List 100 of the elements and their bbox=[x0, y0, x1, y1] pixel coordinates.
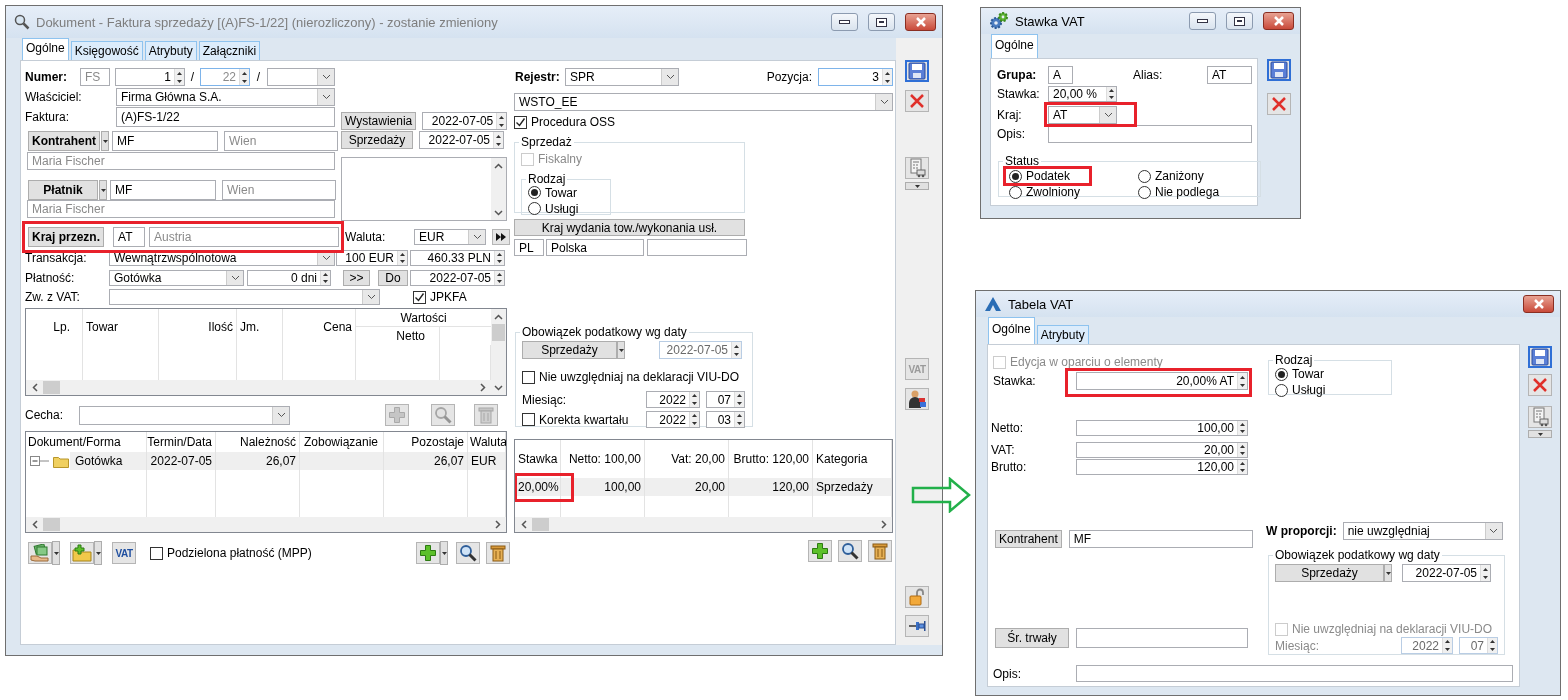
tab[interactable]: Ogólne bbox=[988, 317, 1035, 344]
close-button[interactable] bbox=[1267, 93, 1291, 115]
contractor-button[interactable]: Kontrahent bbox=[995, 530, 1062, 548]
spin-field[interactable]: 1 bbox=[115, 68, 185, 86]
close-button[interactable] bbox=[905, 13, 936, 31]
date-type-button[interactable]: Sprzedaży bbox=[522, 341, 617, 359]
delete-button[interactable] bbox=[486, 542, 510, 564]
input-field[interactable]: AT bbox=[113, 227, 145, 247]
radio-button[interactable]: Nie podlega bbox=[1138, 185, 1220, 199]
spin-field[interactable]: 22 bbox=[200, 68, 250, 86]
radio-button[interactable]: Usługi bbox=[528, 201, 604, 216]
dropdown-arrow-button[interactable] bbox=[101, 131, 109, 151]
add-folder-button[interactable] bbox=[70, 542, 94, 564]
input-field[interactable] bbox=[647, 239, 747, 256]
checkbox[interactable]: Nie uwzględniaj na deklaracji VIU-DO bbox=[522, 370, 740, 384]
fixed-asset-button[interactable]: Śr. trwały bbox=[995, 628, 1069, 648]
tab[interactable]: Atrybuty bbox=[144, 41, 197, 60]
dropdown[interactable]: Gotówka bbox=[109, 270, 244, 286]
radio-button[interactable]: Podatek bbox=[1009, 169, 1071, 183]
spin-field[interactable]: 2022 bbox=[646, 391, 700, 408]
spin-field[interactable]: 3 bbox=[818, 68, 893, 86]
dropdown[interactable]: SPR bbox=[565, 68, 679, 86]
spin-field[interactable]: 20,00 % bbox=[1048, 86, 1117, 102]
spin-field[interactable]: 100 EUR bbox=[336, 250, 408, 266]
radio-button[interactable]: Usługi bbox=[1275, 383, 1385, 397]
close-button[interactable] bbox=[1528, 374, 1552, 396]
input-field[interactable]: (A)FS-1/22 bbox=[116, 107, 335, 127]
person-button[interactable] bbox=[905, 388, 929, 410]
tab[interactable]: Atrybuty bbox=[1036, 325, 1089, 344]
input-field[interactable]: Wien bbox=[224, 131, 338, 151]
dropdown[interactable]: AT bbox=[1048, 106, 1117, 124]
minimize-button[interactable] bbox=[831, 13, 858, 31]
lock-button[interactable] bbox=[905, 586, 929, 608]
dropdown-arrow-button[interactable] bbox=[99, 180, 107, 200]
payer-button[interactable]: Płatnik bbox=[28, 180, 98, 200]
save-button[interactable] bbox=[905, 60, 929, 82]
input-field[interactable]: Austria bbox=[149, 227, 339, 247]
tab[interactable]: Księgowość bbox=[70, 41, 143, 60]
radio-button[interactable]: Towar bbox=[528, 185, 604, 200]
date-type-button[interactable]: Wystawienia bbox=[341, 112, 417, 130]
dropdown[interactable]: nie uwzględniaj bbox=[1342, 522, 1503, 540]
input-field[interactable]: MF bbox=[112, 131, 218, 151]
register-button[interactable] bbox=[905, 157, 929, 179]
dropdown-arrow-button[interactable] bbox=[617, 341, 625, 359]
input-field[interactable]: MF bbox=[1068, 530, 1253, 548]
spin-field[interactable]: 2022-07-05 bbox=[410, 270, 505, 286]
spin-field[interactable]: 0 dni bbox=[247, 270, 331, 286]
delete-button[interactable] bbox=[868, 540, 892, 562]
fast-forward-button[interactable] bbox=[492, 229, 510, 245]
input-field[interactable] bbox=[1048, 125, 1252, 143]
checkbox[interactable]: Korekta kwartału bbox=[522, 412, 629, 427]
spin-field[interactable]: 07 bbox=[706, 391, 745, 408]
spin-field[interactable]: 03 bbox=[706, 411, 745, 428]
input-field[interactable]: AT bbox=[1207, 66, 1252, 84]
input-field[interactable] bbox=[1076, 628, 1248, 648]
vat-button[interactable]: VAT bbox=[112, 542, 136, 564]
dropdown-arrow-button[interactable] bbox=[1528, 430, 1552, 438]
shift-button[interactable]: >> bbox=[343, 270, 370, 286]
tab[interactable]: Ogólne bbox=[991, 34, 1038, 58]
tab[interactable]: Ogólne bbox=[22, 38, 69, 60]
dropdown-arrow-button[interactable] bbox=[1384, 564, 1392, 582]
input-field[interactable]: MF bbox=[110, 180, 216, 200]
input-field[interactable]: Maria Fischer bbox=[27, 152, 335, 170]
contractor-button[interactable]: Kontrahent bbox=[28, 131, 100, 151]
checkbox[interactable]: JPKFA bbox=[413, 290, 467, 304]
spin-field[interactable]: 2022 bbox=[646, 411, 700, 428]
input-field[interactable]: Wien bbox=[222, 180, 336, 200]
minimize-button[interactable] bbox=[1189, 12, 1216, 30]
dropdown[interactable]: WSTO_EE bbox=[514, 93, 893, 111]
search-button[interactable] bbox=[838, 540, 862, 562]
radio-button[interactable]: Zaniżony bbox=[1138, 169, 1204, 183]
due-button[interactable]: Do bbox=[378, 270, 408, 286]
close-button[interactable] bbox=[905, 90, 929, 112]
country-button[interactable]: Kraj wydania tow./wykonania usł. bbox=[514, 219, 745, 236]
checkbox[interactable]: Podzielona płatność (MPP) bbox=[150, 546, 312, 560]
tab[interactable]: Załączniki bbox=[198, 41, 261, 60]
add-button[interactable] bbox=[808, 540, 832, 562]
dropdown-arrow-button[interactable] bbox=[52, 541, 60, 565]
spin-field[interactable]: 20,00% AT bbox=[1076, 372, 1248, 390]
spin-field[interactable]: 100,00 bbox=[1076, 420, 1248, 436]
save-button[interactable] bbox=[1267, 59, 1291, 81]
maximize-button[interactable] bbox=[868, 13, 895, 31]
add-button[interactable] bbox=[416, 542, 440, 564]
spin-field[interactable]: 2022-07-05 bbox=[419, 131, 504, 149]
input-field[interactable] bbox=[1076, 665, 1513, 682]
dropdown-arrow-button[interactable] bbox=[440, 541, 448, 565]
input-field[interactable]: A bbox=[1048, 66, 1073, 84]
input-field[interactable]: Maria Fischer bbox=[27, 200, 335, 218]
date-type-button[interactable]: Sprzedaży bbox=[1275, 564, 1384, 582]
register-button[interactable] bbox=[1528, 406, 1552, 428]
spin-field[interactable]: 2022-07-05 bbox=[422, 112, 508, 130]
input-field[interactable]: Polska bbox=[546, 239, 644, 256]
pin-button[interactable] bbox=[905, 615, 929, 637]
money-button[interactable] bbox=[28, 542, 52, 564]
checkbox[interactable]: Procedura OSS bbox=[514, 115, 616, 129]
input-field[interactable]: PL bbox=[514, 239, 544, 256]
spin-field[interactable]: 120,00 bbox=[1076, 459, 1248, 475]
close-button[interactable] bbox=[1263, 12, 1294, 30]
date-type-button[interactable]: Sprzedaży bbox=[341, 131, 413, 149]
dropdown[interactable]: EUR bbox=[414, 229, 486, 245]
